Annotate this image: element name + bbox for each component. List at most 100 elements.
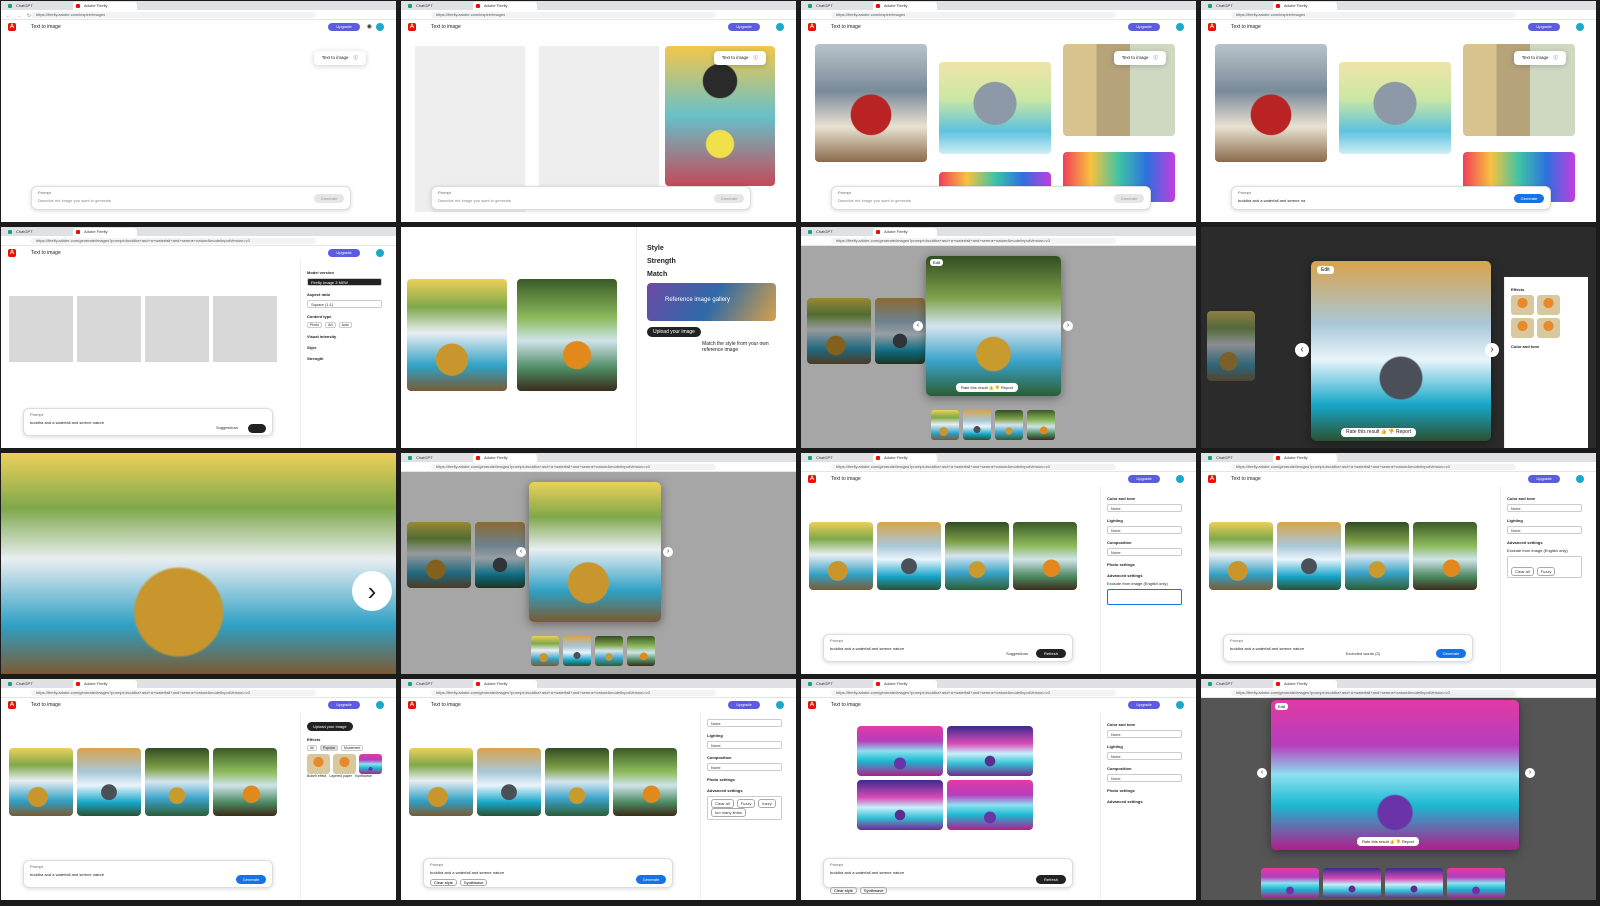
avatar[interactable] bbox=[376, 701, 384, 709]
advanced-settings-heading[interactable]: Advanced settings bbox=[1107, 573, 1182, 578]
upgrade-button[interactable]: Upgrade bbox=[728, 23, 760, 31]
avatar[interactable] bbox=[376, 23, 384, 31]
avatar[interactable] bbox=[776, 701, 784, 709]
clear-all-chip[interactable]: Clear all bbox=[1511, 567, 1534, 576]
clear-style-chip[interactable]: Clear style bbox=[830, 887, 857, 894]
effect-layered-paper[interactable] bbox=[333, 754, 356, 774]
url-field[interactable]: https://firefly.adobe.com/inspire/images bbox=[431, 12, 716, 18]
synthwave-chip[interactable]: Synthwave bbox=[859, 887, 888, 894]
lighting-select[interactable]: None bbox=[1507, 526, 1582, 534]
tab-adobe-firefly[interactable]: Adobe Firefly bbox=[1273, 680, 1337, 688]
effect-digital-art[interactable] bbox=[1537, 318, 1560, 338]
url-field[interactable]: https://firefly.adobe.com/generate/image… bbox=[1231, 690, 1516, 696]
result-image[interactable] bbox=[877, 522, 941, 590]
upgrade-button[interactable]: Upgrade bbox=[1128, 701, 1160, 709]
auto-toggle[interactable]: Auto bbox=[338, 322, 352, 328]
photo-settings-toggle[interactable]: Photo settings bbox=[1107, 562, 1182, 567]
exclude-chip[interactable]: Fuzzy bbox=[736, 799, 756, 808]
adobe-logo-icon[interactable]: A bbox=[408, 701, 416, 709]
previous-arrow-icon[interactable]: ‹ bbox=[1257, 768, 1267, 778]
gallery-image-dog-illustration[interactable] bbox=[665, 46, 775, 186]
tab-chatgpt[interactable]: ChatGPT bbox=[805, 454, 869, 462]
exclude-chip[interactable]: fuzzy bbox=[758, 799, 776, 808]
avatar[interactable] bbox=[776, 23, 784, 31]
url-field[interactable]: https://firefly.adobe.com/generate/image… bbox=[31, 690, 316, 696]
upload-image-button[interactable]: Upload your image bbox=[307, 722, 353, 731]
prompt-box[interactable]: Prompt Describe the image you want to ge… bbox=[31, 186, 351, 210]
composition-select[interactable]: None bbox=[1107, 548, 1182, 556]
result-image[interactable] bbox=[477, 748, 541, 816]
result-image[interactable] bbox=[1209, 522, 1273, 590]
thumbnail[interactable] bbox=[1323, 868, 1381, 898]
upgrade-button[interactable]: Upgrade bbox=[328, 701, 360, 709]
upgrade-button[interactable]: Upgrade bbox=[328, 249, 360, 257]
prompt-box[interactable]: Prompt buddha and a waterfall and serene… bbox=[423, 858, 673, 888]
adobe-logo-icon[interactable]: A bbox=[808, 23, 816, 31]
text-to-image-tooltip[interactable]: Text to image ⓘ bbox=[1113, 51, 1166, 65]
tab-chatgpt[interactable]: ChatGPT bbox=[805, 2, 869, 10]
enlarged-image[interactable] bbox=[529, 482, 661, 622]
prompt-input[interactable]: buddha and a waterfall and serene na bbox=[1238, 198, 1305, 203]
suggestions-toggle[interactable]: Suggestions bbox=[216, 425, 238, 430]
photo-settings-toggle[interactable]: Photo settings bbox=[707, 777, 782, 782]
url-field[interactable]: https://firefly.adobe.com/generate/image… bbox=[831, 464, 1116, 470]
adobe-logo-icon[interactable]: A bbox=[808, 701, 816, 709]
generate-button[interactable]: Generate bbox=[1514, 194, 1544, 203]
edit-button[interactable]: Edit bbox=[1275, 703, 1288, 710]
result-image[interactable] bbox=[1277, 522, 1341, 590]
avatar[interactable] bbox=[1176, 23, 1184, 31]
upgrade-button[interactable]: Upgrade bbox=[1128, 475, 1160, 483]
tab-chatgpt[interactable]: ChatGPT bbox=[1205, 454, 1269, 462]
tab-chatgpt[interactable]: ChatGPT bbox=[1205, 2, 1269, 10]
composition-select[interactable]: None bbox=[707, 763, 782, 771]
enlarged-image[interactable]: Edit Rate this result 👍 👎 Report bbox=[926, 256, 1061, 396]
composition-select[interactable]: None bbox=[1107, 774, 1182, 782]
text-to-image-tooltip[interactable]: Text to image ⓘ bbox=[713, 51, 766, 65]
clear-style-chip[interactable]: Clear style bbox=[430, 879, 457, 886]
color-tone-select[interactable]: None bbox=[1107, 504, 1182, 512]
upgrade-button[interactable]: Upgrade bbox=[328, 23, 360, 31]
tab-adobe-firefly[interactable]: Adobe Firefly bbox=[473, 2, 537, 10]
adobe-logo-icon[interactable]: A bbox=[408, 23, 416, 31]
prompt-box[interactable]: Prompt buddha and a waterfall and serene… bbox=[823, 634, 1073, 662]
prompt-input[interactable]: buddha and a waterfall and serene nature bbox=[1230, 646, 1304, 651]
avatar[interactable] bbox=[376, 249, 384, 257]
result-image[interactable] bbox=[1345, 522, 1409, 590]
result-image-synthwave[interactable] bbox=[857, 726, 943, 776]
previous-arrow-icon[interactable]: ‹ bbox=[516, 547, 526, 557]
color-tone-select[interactable]: None bbox=[1107, 730, 1182, 738]
result-image-synthwave[interactable] bbox=[947, 780, 1033, 830]
result-image[interactable] bbox=[9, 748, 73, 816]
edit-button[interactable]: Edit bbox=[930, 259, 943, 266]
gallery-image-train[interactable] bbox=[1215, 44, 1327, 162]
tab-chatgpt[interactable]: ChatGPT bbox=[1205, 680, 1269, 688]
text-to-image-tooltip[interactable]: Text to image ⓘ bbox=[313, 51, 366, 65]
tab-adobe-firefly[interactable]: Adobe Firefly bbox=[473, 680, 537, 688]
prompt-box[interactable]: Prompt buddha and a waterfall and serene… bbox=[1223, 634, 1473, 662]
color-tone-select[interactable]: None bbox=[1507, 504, 1582, 512]
rate-result-bar[interactable]: Rate this result 👍 👎 Report bbox=[956, 383, 1018, 392]
text-to-image-tooltip[interactable]: Text to image ⓘ bbox=[1513, 51, 1566, 65]
effect-painting[interactable] bbox=[1511, 318, 1534, 338]
adobe-logo-icon[interactable]: A bbox=[808, 475, 816, 483]
result-image[interactable] bbox=[145, 748, 209, 816]
refresh-button[interactable]: Refresh bbox=[1036, 875, 1066, 884]
thumbnail[interactable] bbox=[563, 636, 591, 666]
lighting-select[interactable]: None bbox=[707, 741, 782, 749]
nav-buttons-icon[interactable]: ← → ↻ bbox=[6, 13, 33, 19]
upgrade-button[interactable]: Upgrade bbox=[1128, 23, 1160, 31]
exclude-chip[interactable]: too many limbs bbox=[711, 808, 746, 817]
lighting-select[interactable]: None bbox=[1107, 526, 1182, 534]
thumbnail[interactable] bbox=[931, 410, 959, 440]
prompt-input[interactable]: Describe the image you want to generate bbox=[38, 198, 111, 203]
avatar[interactable] bbox=[1176, 701, 1184, 709]
effect-bokeh[interactable] bbox=[307, 754, 330, 774]
tab-adobe-firefly[interactable]: Adobe Firefly bbox=[873, 454, 937, 462]
reference-gallery-button[interactable]: Reference image gallery bbox=[647, 283, 776, 321]
advanced-settings-heading[interactable]: Advanced settings bbox=[707, 788, 782, 793]
tab-chatgpt[interactable]: ChatGPT bbox=[5, 680, 69, 688]
url-field[interactable]: https://firefly.adobe.com/generate/image… bbox=[831, 690, 1116, 696]
report-button[interactable]: Report bbox=[1402, 839, 1414, 844]
url-field[interactable]: https://firefly.adobe.com/inspire/images bbox=[31, 12, 316, 18]
enlarged-image-synthwave[interactable]: Edit Rate this result 👍 👎 Report bbox=[1271, 700, 1519, 850]
